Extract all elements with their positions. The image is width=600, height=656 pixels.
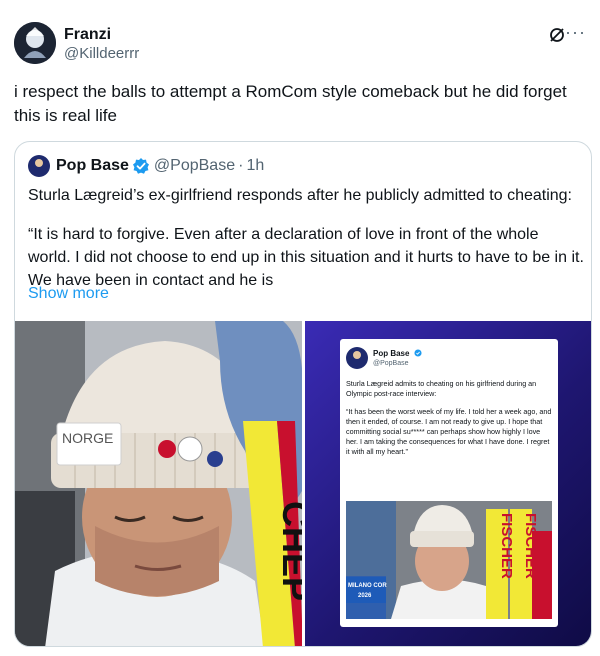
embedded-card-header: Pop Base @PopBase: [346, 347, 422, 369]
author-name[interactable]: Franzi: [64, 26, 111, 44]
embedded-author-name: Pop Base: [373, 348, 410, 358]
quoted-text-line1: Sturla Lægreid’s ex-girlfriend responds …: [28, 187, 572, 204]
quoted-timestamp[interactable]: 1h: [246, 157, 264, 175]
photo-screenshot-card[interactable]: Pop Base @PopBase Sturla Lægreid admits …: [305, 321, 591, 646]
photo-skier[interactable]: NORGE CHEP: [15, 321, 302, 646]
quoted-author-handle[interactable]: @PopBase: [154, 157, 235, 175]
grok-icon[interactable]: [548, 26, 566, 44]
tweet-header: Franzi @Killdeerrr ···: [14, 22, 586, 66]
ski-label: CHEP: [275, 501, 302, 601]
year-label: 2026: [358, 593, 372, 599]
embedded-tweet-card: Pop Base @PopBase Sturla Lægreid admits …: [340, 339, 558, 627]
quoted-tweet[interactable]: Pop Base @PopBase · 1h Sturla Lægreid’s …: [14, 141, 592, 647]
skier-illustration: NORGE CHEP: [15, 321, 302, 646]
quoted-tweet-text: Sturla Lægreid’s ex-girlfriend responds …: [28, 184, 584, 292]
embedded-tweet-text: Sturla Lægreid admits to cheating on his…: [346, 379, 552, 465]
embedded-text-quote: “It has been the worst week of my life. …: [346, 407, 552, 456]
media-grid: NORGE CHEP Pop Base @PopBase Sturla Lægr…: [15, 321, 591, 646]
embedded-photo: FISCHER FISCHER MILANO COR 2026: [346, 501, 552, 619]
quoted-avatar[interactable]: [28, 155, 50, 177]
quoted-author-name[interactable]: Pop Base: [56, 157, 129, 175]
embedded-skier-illustration: FISCHER FISCHER MILANO COR 2026: [346, 501, 552, 619]
embedded-verified-icon: [414, 349, 422, 357]
verified-badge-icon: [132, 158, 149, 174]
quoted-tweet-header: Pop Base @PopBase · 1h: [28, 154, 264, 178]
quoted-text-quote: “It is hard to forgive. Even after a dec…: [28, 226, 584, 289]
more-options-icon[interactable]: ···: [565, 22, 586, 43]
tweet-text: i respect the balls to attempt a RomCom …: [14, 82, 567, 125]
hat-label: NORGE: [62, 430, 113, 446]
show-more-link[interactable]: Show more: [28, 285, 109, 303]
embedded-ski-label-2: FISCHER: [522, 513, 539, 579]
embedded-author-handle: @PopBase: [373, 359, 409, 367]
author-handle[interactable]: @Killdeerrr: [64, 45, 139, 62]
embedded-avatar: [346, 347, 368, 369]
embedded-ski-label-1: FISCHER: [498, 513, 515, 579]
milano-label: MILANO COR: [348, 583, 387, 589]
separator-dot: ·: [238, 157, 244, 174]
avatar[interactable]: [14, 22, 56, 64]
embedded-text-line1: Sturla Lægreid admits to cheating on his…: [346, 379, 537, 398]
